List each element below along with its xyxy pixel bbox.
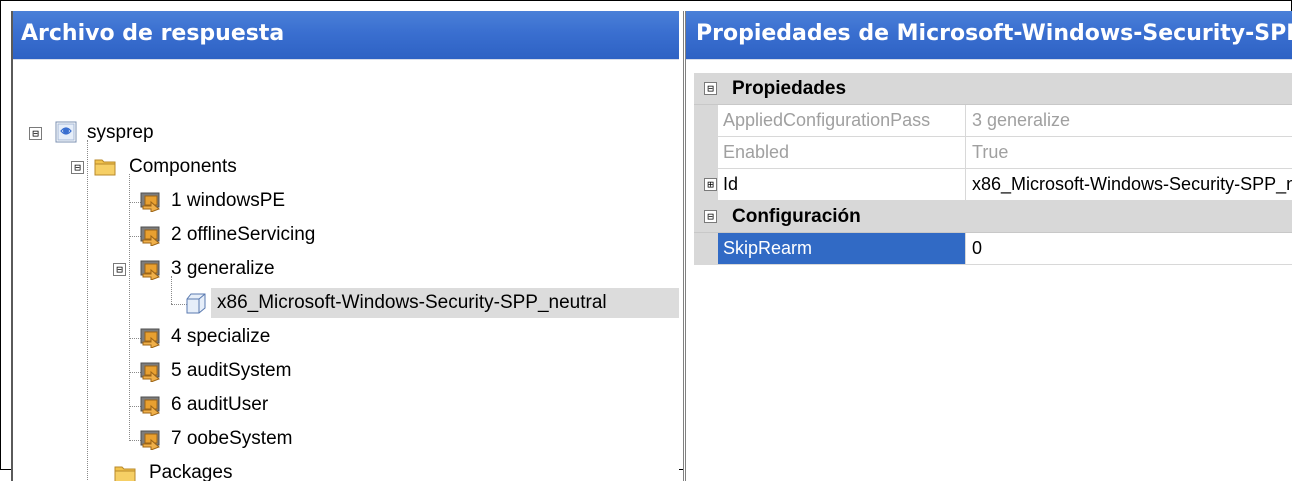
tree-node-label: 2 offlineServicing <box>171 224 316 245</box>
config-pass-icon <box>139 394 163 417</box>
answer-file-pane: Archivo de respuesta ⊟ sysprep ⊟ Compone… <box>11 11 679 481</box>
tree-node-pass-generalize[interactable]: ⊟ 3 generalize <box>13 254 673 284</box>
folder-icon <box>113 462 137 481</box>
tree-node-pass-offlineservicing[interactable]: 2 offlineServicing <box>13 220 673 250</box>
property-row-appliedconfigurationpass[interactable]: AppliedConfigurationPass 3 generalize <box>694 105 1292 137</box>
answer-file-pane-title: Archivo de respuesta <box>13 11 679 60</box>
tree-node-sysprep[interactable]: ⊟ sysprep <box>13 118 673 148</box>
component-cube-icon <box>185 292 209 314</box>
property-value[interactable]: x86_Microsoft-Windows-Security-SPP_neutr… <box>966 169 1292 200</box>
tree-node-label: 6 auditUser <box>171 394 269 415</box>
tree-node-label: 7 oobeSystem <box>171 428 293 449</box>
tree-node-pass-oobesystem[interactable]: 7 oobeSystem <box>13 424 673 454</box>
tree-node-pass-auditsystem[interactable]: 5 auditSystem <box>13 356 673 386</box>
property-gutter <box>694 233 718 264</box>
property-row-skiprearm[interactable]: SkipRearm 0 <box>694 233 1292 265</box>
tree-node-label: 5 auditSystem <box>171 360 292 381</box>
answer-file-editor: Archivo de respuesta ⊟ sysprep ⊟ Compone… <box>0 0 1292 481</box>
collapse-icon[interactable]: ⊟ <box>704 210 717 223</box>
category-properties[interactable]: ⊟ Propiedades <box>694 73 1292 105</box>
tree-node-label: Components <box>129 156 237 177</box>
property-name: AppliedConfigurationPass <box>718 105 966 136</box>
property-grid: ⊟ Propiedades AppliedConfigurationPass 3… <box>694 73 1292 265</box>
tree-node-label: 1 windowsPE <box>171 190 286 211</box>
config-pass-icon <box>139 258 163 281</box>
property-gutter <box>694 105 718 136</box>
category-configuration[interactable]: ⊟ Configuración <box>694 201 1292 233</box>
config-pass-icon <box>139 428 163 451</box>
config-pass-icon <box>139 326 163 349</box>
config-pass-icon <box>139 190 163 213</box>
property-name: Id <box>718 169 966 200</box>
collapse-icon[interactable]: ⊟ <box>113 263 126 276</box>
properties-pane-title: Propiedades de Microsoft-Windows-Securit… <box>686 11 1292 60</box>
tree-node-pass-windowspe[interactable]: 1 windowsPE <box>13 186 673 216</box>
property-value: True <box>972 142 1009 162</box>
category-label: Propiedades <box>732 78 847 99</box>
tree-node-pass-audituser[interactable]: 6 auditUser <box>13 390 673 420</box>
property-value: 3 generalize <box>972 110 1071 130</box>
collapse-icon[interactable]: ⊟ <box>71 161 84 174</box>
config-pass-icon <box>139 360 163 383</box>
tree-node-component-security-spp[interactable]: x86_Microsoft-Windows-Security-SPP_neutr… <box>13 288 679 318</box>
collapse-icon[interactable]: ⊟ <box>704 82 717 95</box>
tree-node-components[interactable]: ⊟ Components <box>13 152 673 182</box>
tree-node-label: sysprep <box>87 122 154 143</box>
tree-node-label: x86_Microsoft-Windows-Security-SPP_neutr… <box>217 292 607 313</box>
properties-pane: Propiedades de Microsoft-Windows-Securit… <box>683 11 1292 481</box>
folder-icon <box>93 155 117 177</box>
collapse-icon[interactable]: ⊟ <box>29 127 42 140</box>
tree-node-label: 3 generalize <box>171 258 275 279</box>
property-gutter: ⊞ <box>694 169 718 200</box>
property-name: SkipRearm <box>718 233 966 264</box>
property-row-enabled[interactable]: Enabled True <box>694 137 1292 169</box>
property-row-id[interactable]: ⊞ Id x86_Microsoft-Windows-Security-SPP_… <box>694 169 1292 201</box>
property-name: Enabled <box>718 137 966 168</box>
property-value-input[interactable]: 0 <box>966 233 1292 264</box>
tree-node-pass-specialize[interactable]: 4 specialize <box>13 322 673 352</box>
config-pass-icon <box>139 224 163 247</box>
category-label: Configuración <box>732 206 861 227</box>
property-gutter <box>694 137 718 168</box>
expand-icon[interactable]: ⊞ <box>704 178 717 191</box>
tree-node-label: 4 specialize <box>171 326 271 347</box>
answer-file-icon <box>55 121 77 143</box>
